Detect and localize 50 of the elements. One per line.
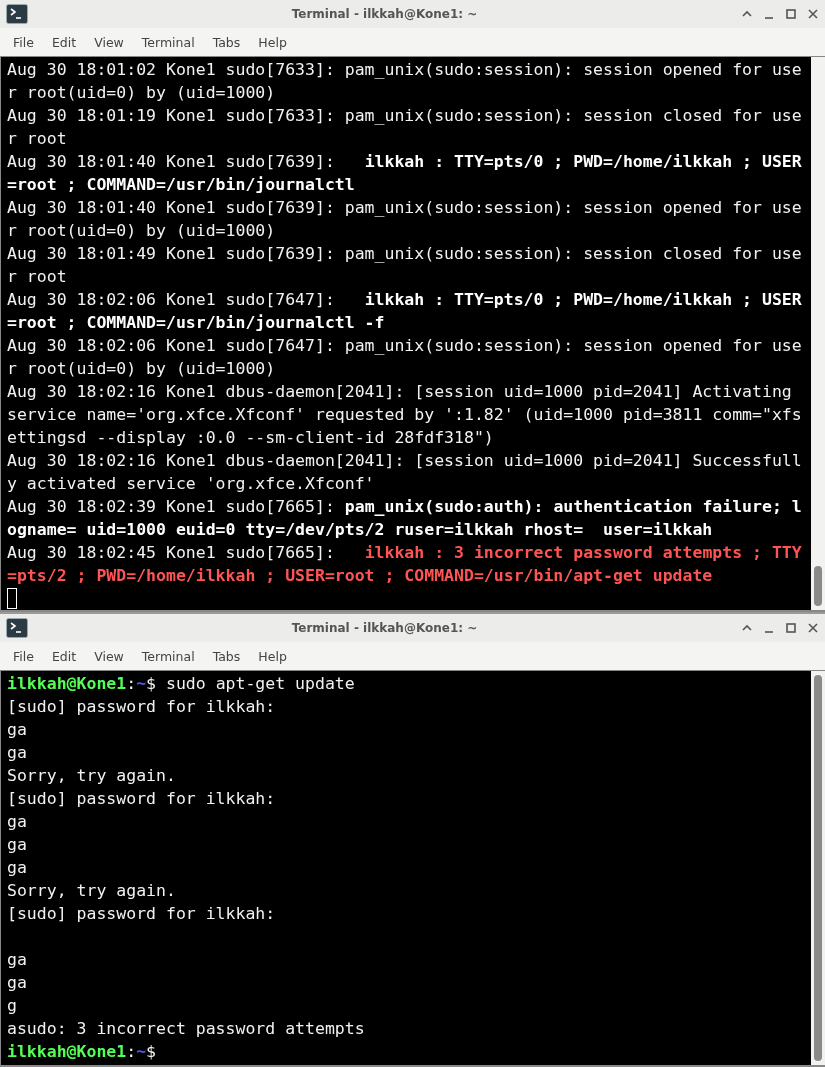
terminal-line: ga — [7, 949, 28, 971]
menu-item[interactable]: File — [4, 645, 43, 667]
close-icon[interactable] — [807, 622, 819, 634]
text-cursor — [7, 588, 17, 609]
terminal-line: [sudo] password for ilkkah: — [7, 903, 277, 925]
menu-item[interactable]: View — [85, 31, 133, 53]
menu-item[interactable]: Edit — [42, 31, 86, 53]
menu-item[interactable]: Edit — [42, 645, 86, 667]
terminal-line: Sorry, try again. — [7, 880, 177, 902]
terminal-line: Aug 30 18:01:19 Kone1 sudo[7633]: pam_unix(sudo:session): session closed for user root — [7, 105, 803, 150]
terminal-line: ga — [7, 972, 28, 994]
terminal-line: Aug 30 18:02:16 Kone1 dbus-daemon[2041]: [session uid=1000 pid=2041] Successfully activated service 'org.xfce.Xfconf' — [7, 450, 803, 495]
terminal-line: g — [7, 995, 18, 1017]
terminal-line: Aug 30 18:02:45 Kone1 sudo[7665]: ilkkah : 3 incorrect password attempts ; TTY=pts/2 ; PWD=/home/ilkkah ; USER=root ; COMMAND=/usr/bin/apt-get update — [7, 542, 803, 587]
terminal-line: Sorry, try again. — [7, 765, 177, 787]
menu-item[interactable]: Help — [249, 31, 296, 53]
terminal-icon — [6, 618, 28, 638]
menu-item[interactable]: Terminal — [132, 645, 204, 667]
maximize-icon[interactable] — [785, 8, 797, 20]
close-icon[interactable] — [807, 8, 819, 20]
terminal-line: [sudo] password for ilkkah: — [7, 696, 277, 718]
menu-item[interactable]: Terminal — [132, 31, 204, 53]
terminal-line: ilkkah@Kone1:~$ — [7, 1041, 158, 1063]
terminal-line: ga — [7, 742, 28, 764]
menu-item[interactable]: Tabs — [203, 31, 250, 53]
terminal-line: ga — [7, 719, 28, 741]
scrollbar[interactable] — [811, 671, 825, 1065]
menu-item[interactable]: View — [85, 645, 133, 667]
terminal-line: Aug 30 18:01:02 Kone1 sudo[7633]: pam_unix(sudo:session): session opened for user root(uid=0) by (uid=1000) — [7, 59, 803, 104]
terminal-line: ga — [7, 857, 28, 879]
scrollbar[interactable] — [811, 57, 825, 610]
terminal-line: Aug 30 18:02:39 Kone1 sudo[7665]: pam_unix(sudo:auth): authentication failure; logname= uid=1000 euid=0 tty=/dev/pts/2 ruser=ilkkah rhost= user=ilkkah — [7, 496, 803, 541]
terminal-icon — [6, 4, 28, 24]
terminal-line: asudo: 3 incorrect password attempts — [7, 1018, 366, 1040]
menu-item[interactable]: Tabs — [203, 645, 250, 667]
terminal-line: Aug 30 18:02:16 Kone1 dbus-daemon[2041]: [session uid=1000 pid=2041] Activating service name='org.xfce.Xfconf' requested by ':1.82' (uid=1000 pid=3811 comm="xfsettingsd --display :0.0 --sm-client-id 28fdf318") — [7, 381, 803, 449]
terminal-line: ga — [7, 834, 28, 856]
window-title: Terminal - ilkkah@Kone1: ~ — [290, 621, 479, 635]
terminal-line: ga — [7, 811, 28, 833]
terminal-line: [sudo] password for ilkkah: — [7, 788, 277, 810]
terminal-line: Aug 30 18:01:40 Kone1 sudo[7639]: pam_unix(sudo:session): session opened for user root(uid=0) by (uid=1000) — [7, 197, 803, 242]
window-title: Terminal - ilkkah@Kone1: ~ — [290, 7, 479, 21]
terminal-line: Aug 30 18:02:06 Kone1 sudo[7647]: ilkkah : TTY=pts/0 ; PWD=/home/ilkkah ; USER=root ; COMMAND=/usr/bin/journalctl -f — [7, 289, 803, 334]
terminal-line: ilkkah@Kone1:~$ sudo apt-get update — [7, 673, 356, 695]
maximize-icon[interactable] — [785, 622, 797, 634]
menu-item[interactable]: Help — [249, 645, 296, 667]
terminal-line: Aug 30 18:01:49 Kone1 sudo[7639]: pam_unix(sudo:session): session closed for user root — [7, 243, 803, 288]
terminal-line: Aug 30 18:02:06 Kone1 sudo[7647]: pam_unix(sudo:session): session opened for user root(uid=0) by (uid=1000) — [7, 335, 803, 380]
menu-item[interactable]: File — [4, 31, 43, 53]
terminal-line: Aug 30 18:01:40 Kone1 sudo[7639]: ilkkah : TTY=pts/0 ; PWD=/home/ilkkah ; USER=root ; COMMAND=/usr/bin/journalctl — [7, 151, 803, 196]
